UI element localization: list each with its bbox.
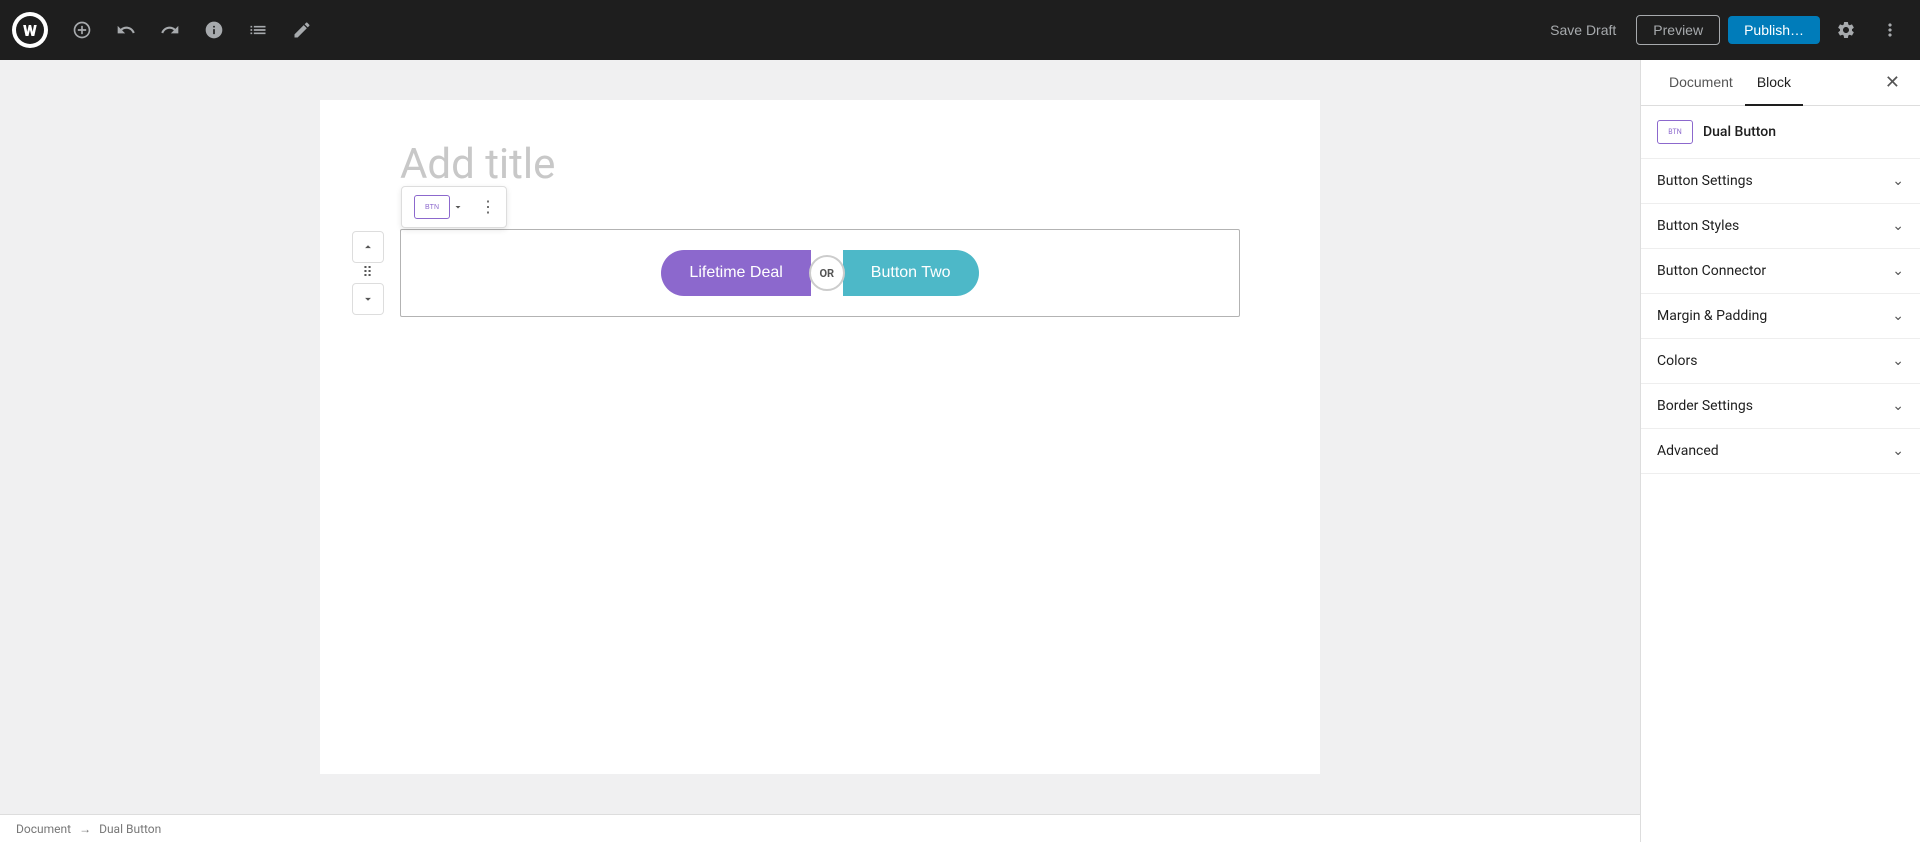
connector-badge: OR: [809, 255, 845, 291]
chevron-up-icon: [361, 240, 375, 254]
block-toolbar: BTN ⋮: [401, 186, 507, 228]
save-draft-button[interactable]: Save Draft: [1538, 16, 1628, 44]
section-button-connector: Button Connector ⌄: [1641, 249, 1920, 294]
undo-icon: [116, 20, 136, 40]
info-button[interactable]: [196, 12, 232, 48]
list-view-button[interactable]: [240, 12, 276, 48]
section-header-button-styles[interactable]: Button Styles ⌄: [1641, 204, 1920, 248]
block-side-controls: ⠿: [352, 231, 384, 315]
section-title-button-settings: Button Settings: [1657, 173, 1753, 189]
section-title-button-connector: Button Connector: [1657, 263, 1766, 279]
sidebar-block-icon: BTN: [1657, 120, 1693, 144]
section-colors: Colors ⌄: [1641, 339, 1920, 384]
block-wrapper: ⠿ BTN ⋮: [400, 229, 1240, 317]
sidebar-tabs: Document Block ✕: [1641, 60, 1920, 106]
redo-icon: [160, 20, 180, 40]
section-header-margin-padding[interactable]: Margin & Padding ⌄: [1641, 294, 1920, 338]
list-icon: [248, 20, 268, 40]
more-vertical-icon: [1880, 20, 1900, 40]
pencil-icon: [292, 20, 312, 40]
tab-block[interactable]: Block: [1745, 60, 1803, 106]
settings-button[interactable]: [1828, 12, 1864, 48]
chevron-icon-margin-padding: ⌄: [1892, 308, 1904, 324]
section-advanced: Advanced ⌄: [1641, 429, 1920, 474]
sidebar-sections: Button Settings ⌄ Button Styles ⌄ Button…: [1641, 159, 1920, 842]
breadcrumb-root[interactable]: Document: [16, 822, 71, 836]
tools-button[interactable]: [284, 12, 320, 48]
wordpress-logo[interactable]: W: [12, 12, 48, 48]
status-bar: Document → Dual Button: [0, 814, 1640, 842]
chevron-icon-button-settings: ⌄: [1892, 173, 1904, 189]
section-title-advanced: Advanced: [1657, 443, 1719, 459]
chevron-icon-button-styles: ⌄: [1892, 218, 1904, 234]
gear-icon: [1836, 20, 1856, 40]
main-area: Add title ⠿: [0, 60, 1920, 842]
section-header-colors[interactable]: Colors ⌄: [1641, 339, 1920, 383]
chevron-icon-advanced: ⌄: [1892, 443, 1904, 459]
right-button[interactable]: Button Two: [843, 250, 979, 296]
section-header-button-connector[interactable]: Button Connector ⌄: [1641, 249, 1920, 293]
sidebar-block-name: Dual Button: [1703, 124, 1776, 140]
section-header-advanced[interactable]: Advanced ⌄: [1641, 429, 1920, 473]
section-header-border-settings[interactable]: Border Settings ⌄: [1641, 384, 1920, 428]
toolbar-right: Save Draft Preview Publish…: [1538, 12, 1908, 48]
editor-canvas: Add title ⠿: [0, 60, 1640, 814]
chevron-icon-button-connector: ⌄: [1892, 263, 1904, 279]
chevron-icon-colors: ⌄: [1892, 353, 1904, 369]
dropdown-icon: [452, 201, 464, 213]
block-more-options-button[interactable]: ⋮: [474, 193, 502, 221]
chevron-down-icon: [361, 292, 375, 306]
section-title-button-styles: Button Styles: [1657, 218, 1739, 234]
dual-button: Lifetime Deal OR Button Two: [421, 250, 1219, 296]
section-button-styles: Button Styles ⌄: [1641, 204, 1920, 249]
section-margin-padding: Margin & Padding ⌄: [1641, 294, 1920, 339]
left-button[interactable]: Lifetime Deal: [661, 250, 810, 296]
block-type-button[interactable]: BTN: [406, 191, 472, 223]
editor-content: Add title ⠿: [320, 100, 1320, 774]
publish-button[interactable]: Publish…: [1728, 16, 1820, 44]
tab-document[interactable]: Document: [1657, 60, 1745, 106]
plus-icon: [72, 20, 92, 40]
section-title-border-settings: Border Settings: [1657, 398, 1753, 414]
drag-handle[interactable]: ⠿: [362, 265, 373, 281]
editor-area: Add title ⠿: [0, 60, 1640, 842]
undo-button[interactable]: [108, 12, 144, 48]
post-title[interactable]: Add title: [400, 140, 1240, 189]
section-button-settings: Button Settings ⌄: [1641, 159, 1920, 204]
dual-button-icon: BTN: [414, 195, 450, 219]
info-icon: [204, 20, 224, 40]
move-down-button[interactable]: [352, 283, 384, 315]
breadcrumb-separator: →: [79, 822, 91, 836]
right-sidebar: Document Block ✕ BTN Dual Button Button …: [1640, 60, 1920, 842]
breadcrumb-current[interactable]: Dual Button: [99, 822, 161, 836]
redo-button[interactable]: [152, 12, 188, 48]
close-sidebar-button[interactable]: ✕: [1881, 68, 1904, 97]
section-title-margin-padding: Margin & Padding: [1657, 308, 1767, 324]
section-border-settings: Border Settings ⌄: [1641, 384, 1920, 429]
chevron-icon-border-settings: ⌄: [1892, 398, 1904, 414]
add-block-button[interactable]: [64, 12, 100, 48]
move-up-button[interactable]: [352, 231, 384, 263]
section-header-button-settings[interactable]: Button Settings ⌄: [1641, 159, 1920, 203]
main-toolbar: W Save Draft Preview Publish…: [0, 0, 1920, 60]
section-title-colors: Colors: [1657, 353, 1697, 369]
block-info: BTN Dual Button: [1641, 106, 1920, 159]
more-options-button[interactable]: [1872, 12, 1908, 48]
preview-button[interactable]: Preview: [1636, 15, 1720, 45]
dual-button-block: BTN ⋮ Lifetime Deal OR Button Two: [400, 229, 1240, 317]
